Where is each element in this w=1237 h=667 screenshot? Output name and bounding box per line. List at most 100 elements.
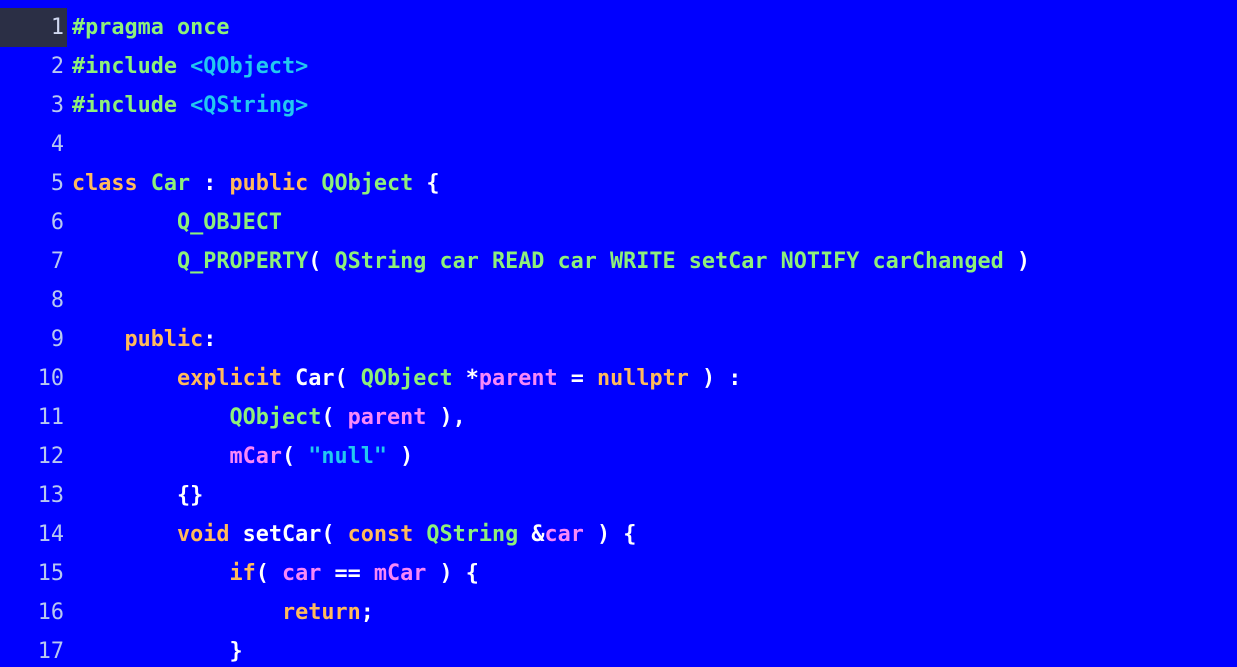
code-token: car [281, 561, 322, 586]
line-number: 2 [50, 54, 64, 79]
code-token: setCar [242, 522, 322, 547]
code-text: mCar( "null" ) [72, 437, 413, 476]
code-token: return [281, 600, 361, 625]
code-token: public [124, 327, 204, 352]
code-token: mCar [229, 444, 282, 469]
code-token: mCar [373, 561, 427, 586]
code-line[interactable]: 5 class Car : public QObject { [0, 164, 1237, 203]
code-token: ( [321, 522, 348, 547]
code-token: #include [72, 93, 191, 118]
line-number: 13 [37, 483, 64, 508]
line-number: 12 [37, 444, 64, 469]
code-token: <QString> [190, 93, 309, 118]
code-text: Q_PROPERTY( QString car READ car WRITE s… [72, 242, 1030, 281]
code-token: & [518, 522, 545, 547]
code-text: return; [72, 593, 374, 632]
code-token: ( [281, 444, 309, 469]
line-number: 8 [50, 288, 64, 313]
code-line[interactable]: 10 explicit Car( QObject *parent = nullp… [0, 359, 1237, 398]
line-number: 1 [0, 8, 67, 47]
code-token: ( [321, 405, 348, 430]
code-token: {} [176, 483, 204, 508]
code-token: ( [308, 249, 335, 274]
line-number: 17 [37, 639, 64, 664]
code-line[interactable]: 3 #include <QString> [0, 86, 1237, 125]
code-line[interactable]: 12 mCar( "null" ) [0, 437, 1237, 476]
code-token: ( [255, 561, 282, 586]
code-token: QString [426, 522, 519, 547]
code-token: ), [426, 405, 466, 430]
line-number: 15 [37, 561, 64, 586]
code-token: "null" [308, 444, 387, 469]
code-text: #include <QString> [72, 86, 308, 125]
code-line[interactable]: 11 QObject( parent ), [0, 398, 1237, 437]
line-number: 5 [50, 171, 64, 196]
code-token: Car [150, 171, 191, 196]
code-token: if [229, 561, 256, 586]
code-line[interactable]: 6 Q_OBJECT [0, 203, 1237, 242]
code-line[interactable]: 15 if( car == mCar ) { [0, 554, 1237, 593]
code-line[interactable]: 13 {} [0, 476, 1237, 515]
code-line[interactable]: 9 public: [0, 320, 1237, 359]
code-token: parent [347, 405, 427, 430]
code-line[interactable]: 8 [0, 281, 1237, 320]
code-text: #pragma once [72, 8, 229, 47]
code-line[interactable]: 4 [0, 125, 1237, 164]
code-text: #include <QObject> [72, 47, 308, 86]
code-token: ) : [688, 366, 742, 391]
line-number: 3 [50, 93, 64, 118]
code-text: class Car : public QObject { [72, 164, 440, 203]
code-token: const [347, 522, 427, 547]
code-text: QObject( parent ), [72, 398, 466, 437]
code-token: : [203, 327, 217, 352]
code-token: QObject [360, 366, 453, 391]
code-token: Car [295, 366, 335, 391]
code-text: public: [72, 320, 217, 359]
code-token: ; [360, 600, 374, 625]
code-editor[interactable]: 1 #pragma once 2 #include <QObject> 3 #includ… [0, 0, 1237, 667]
code-line[interactable]: 1 #pragma once [0, 8, 1237, 47]
line-number: 9 [50, 327, 64, 352]
code-token: QObject [229, 405, 322, 430]
code-token: class [72, 171, 151, 196]
line-number: 14 [37, 522, 64, 547]
code-token: { [413, 171, 440, 196]
code-line[interactable]: 2 #include <QObject> [0, 47, 1237, 86]
code-text: if( car == mCar ) { [72, 554, 478, 593]
code-line[interactable]: 17 } [0, 632, 1237, 667]
code-text: } [72, 632, 243, 667]
code-token: ) [1003, 249, 1030, 274]
code-text: {} [72, 476, 203, 515]
code-token: parent [478, 366, 558, 391]
code-token: void [176, 522, 243, 547]
line-number: 4 [50, 132, 64, 157]
code-token: Q_PROPERTY [176, 249, 309, 274]
code-token: * [452, 366, 479, 391]
code-token: public [229, 171, 322, 196]
code-token: #pragma once [72, 15, 230, 40]
code-token: car [544, 522, 584, 547]
line-number: 16 [37, 600, 64, 625]
code-line[interactable]: 16 return; [0, 593, 1237, 632]
code-token: ) [386, 444, 414, 469]
code-line[interactable]: 14 void setCar( const QString &car ) { [0, 515, 1237, 554]
code-token: == [321, 561, 374, 586]
code-line[interactable]: 7 Q_PROPERTY( QString car READ car WRITE… [0, 242, 1237, 281]
code-token: ( [334, 366, 361, 391]
code-token: ) { [583, 522, 637, 547]
line-number: 7 [50, 249, 64, 274]
code-token: } [229, 639, 243, 664]
code-token: QString car READ car WRITE setCar NOTIFY… [334, 249, 1004, 274]
code-token: = [557, 366, 597, 391]
code-token: <QObject> [190, 54, 309, 79]
